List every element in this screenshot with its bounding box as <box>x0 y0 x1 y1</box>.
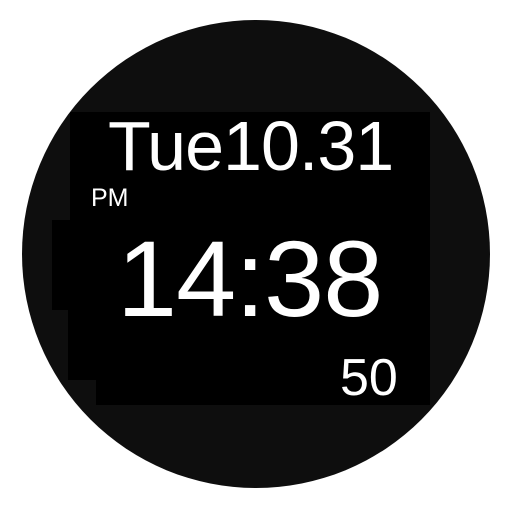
time-display: 14:38 <box>117 218 383 339</box>
ampm-indicator: PM <box>91 184 129 212</box>
watch-face: Tue10.31 PM 14:38 50 <box>22 20 490 488</box>
seconds-display: 50 <box>340 349 398 407</box>
date-label: Tue10.31 <box>108 107 394 185</box>
